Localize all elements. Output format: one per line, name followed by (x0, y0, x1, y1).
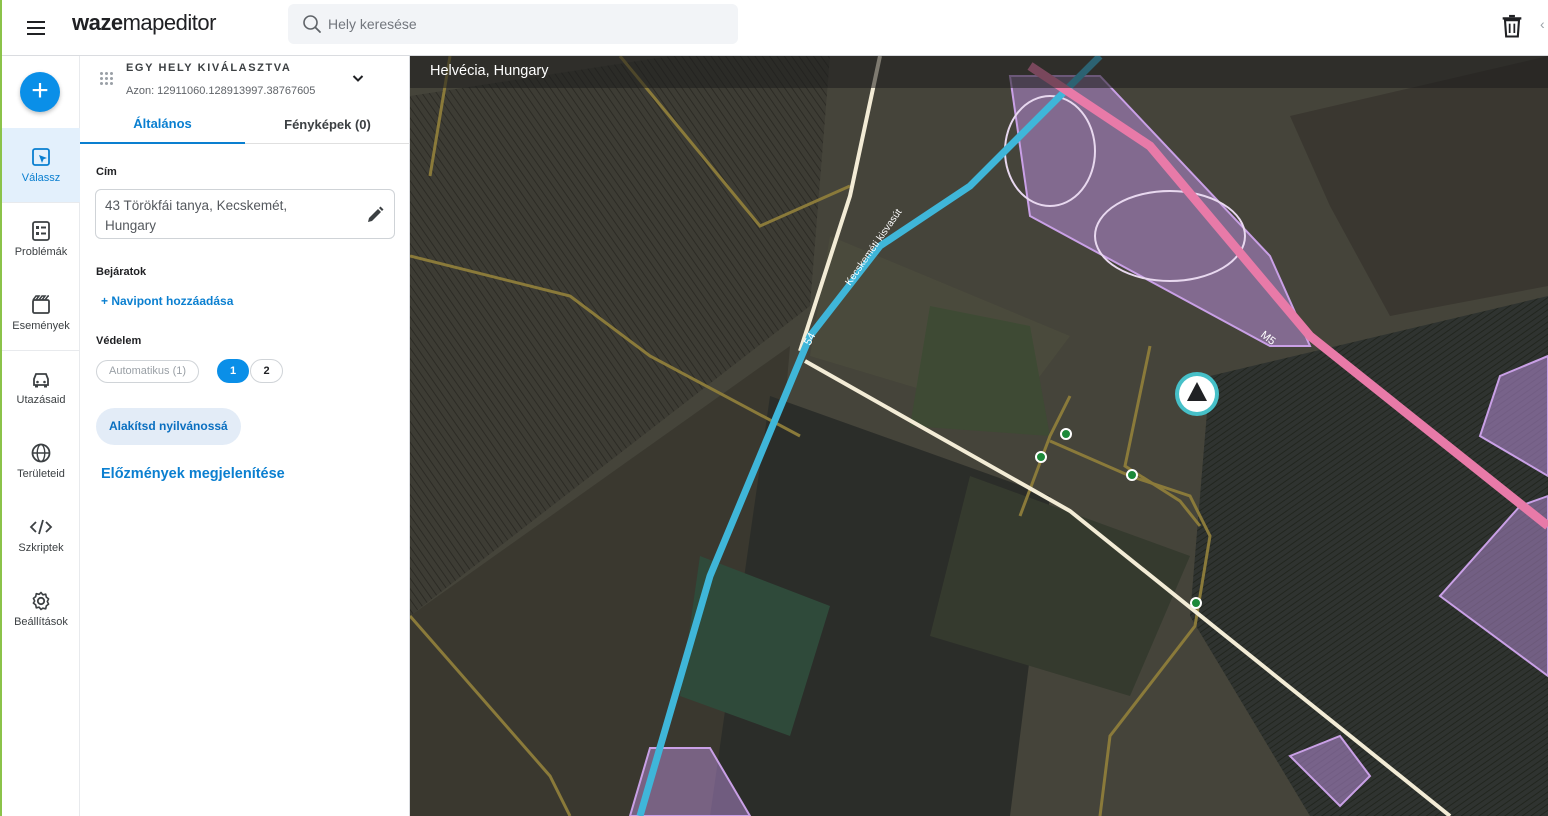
nav-rail: + Válassz Problémák Események Utazásaid … (2, 56, 80, 816)
map-canvas[interactable]: M5 54 Kecskeméti kisvasút Helvécia, Hung… (410, 56, 1548, 816)
events-icon (32, 295, 50, 314)
search-bar[interactable] (288, 4, 738, 44)
add-button[interactable]: + (20, 72, 60, 112)
top-bar: wazemapeditor ‹ (0, 0, 1548, 56)
satellite-map: M5 54 Kecskeméti kisvasút (410, 56, 1548, 816)
address-label: Cím (96, 166, 117, 178)
address-field[interactable]: 43 Törökfái tanya, Kecskemét, Hungary (95, 189, 395, 239)
panel-title: EGY HELY KIVÁLASZTVA (126, 62, 292, 74)
navpoint[interactable] (1190, 597, 1202, 609)
add-navpoint-link[interactable]: + Navipont hozzáadása (101, 294, 233, 308)
gear-icon (32, 591, 50, 611)
navpoint[interactable] (1035, 451, 1047, 463)
hamburger-menu-icon[interactable] (22, 14, 50, 42)
nav-item-events[interactable]: Események (2, 276, 80, 350)
nav-label: Szkriptek (18, 542, 64, 554)
tab-photos[interactable]: Fényképek (0) (245, 104, 410, 144)
panel-header: EGY HELY KIVÁLASZTVA Azon: 12911060.1289… (80, 56, 410, 104)
nav-item-select[interactable]: Válassz (2, 128, 80, 202)
globe-icon (31, 443, 51, 463)
search-icon (303, 15, 321, 33)
protection-level-2-button[interactable]: 2 (250, 359, 283, 383)
entrances-label: Bejáratok (96, 266, 147, 278)
address-line: Hungary (105, 218, 157, 233)
make-public-button[interactable]: Alakítsd nyilvánossá (96, 408, 241, 445)
nav-item-areas[interactable]: Területeid (2, 424, 80, 498)
nav-label: Problémák (14, 246, 68, 258)
nav-item-scripts[interactable]: Szkriptek (2, 498, 80, 572)
issues-icon (32, 221, 50, 241)
nav-label: Események (12, 320, 70, 332)
navpoint[interactable] (1126, 469, 1138, 481)
address-line: 43 Törökfái tanya, Kecskemét, (105, 198, 288, 213)
car-icon (33, 373, 49, 388)
pencil-icon[interactable] (365, 205, 385, 225)
nav-label: Utazásaid (16, 394, 66, 406)
trash-icon[interactable] (1498, 12, 1526, 40)
app-logo: wazemapeditor (72, 10, 216, 35)
navpoint[interactable] (1060, 428, 1072, 440)
location-label: Helvécia, Hungary (430, 63, 549, 79)
chevron-left-icon[interactable]: ‹ (1540, 16, 1548, 36)
code-icon (29, 519, 53, 535)
tab-general[interactable]: Általános (80, 104, 245, 144)
venue-edit-panel: EGY HELY KIVÁLASZTVA Azon: 12911060.1289… (80, 56, 410, 816)
nav-item-settings[interactable]: Beállítások (2, 572, 80, 646)
protection-auto-chip: Automatikus (1) (96, 360, 200, 383)
selected-place-marker[interactable] (1175, 372, 1219, 416)
chevron-down-icon[interactable] (350, 70, 366, 86)
protection-level-1-button[interactable]: 1 (217, 359, 249, 383)
venue-id: Azon: 12911060.128913997.38767605 (126, 85, 316, 97)
panel-tabs: Általános Fényképek (0) (80, 104, 410, 144)
window-edge (0, 0, 2, 816)
search-input[interactable] (328, 16, 708, 32)
nav-item-drives[interactable]: Utazásaid (2, 350, 80, 424)
nav-label: Területeid (17, 468, 65, 480)
nav-item-issues[interactable]: Problémák (2, 202, 80, 276)
nav-label: Beállítások (14, 616, 68, 628)
protection-label: Védelem (96, 335, 142, 347)
select-icon (32, 148, 50, 166)
drag-handle-icon[interactable] (100, 72, 114, 86)
show-history-link[interactable]: Előzmények megjelenítése (101, 466, 285, 482)
location-bar: Helvécia, Hungary (410, 56, 1548, 88)
nav-label: Válassz (21, 172, 61, 184)
